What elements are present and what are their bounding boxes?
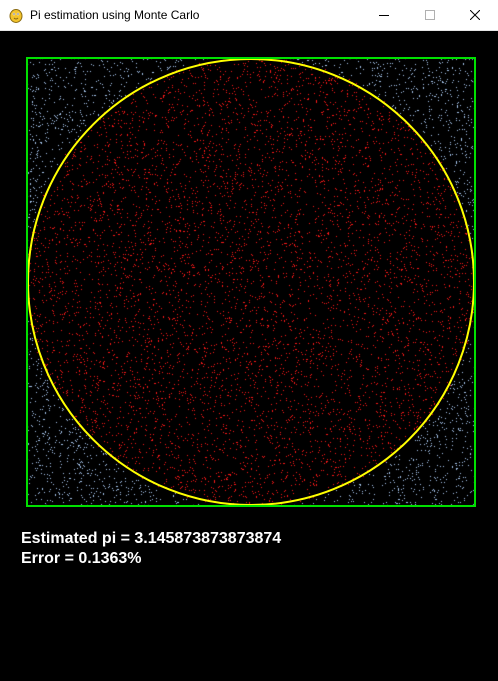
minimize-icon — [379, 15, 389, 16]
window-title: Pi estimation using Monte Carlo — [30, 8, 200, 22]
pygame-snake-icon — [9, 9, 23, 23]
simulation-surface: Estimated pi = 3.145873873873874 Error =… — [0, 31, 498, 681]
maximize-icon — [425, 10, 435, 20]
maximize-button[interactable] — [407, 0, 453, 30]
title-bar[interactable]: Pi estimation using Monte Carlo — [0, 0, 498, 31]
close-button[interactable] — [452, 0, 498, 30]
minimize-button[interactable] — [361, 0, 407, 30]
app-window: Pi estimation using Monte Carlo Estimate… — [0, 0, 498, 681]
monte-carlo-points — [26, 57, 476, 507]
close-icon — [470, 10, 480, 20]
estimated-pi-text: Estimated pi = 3.145873873873874 — [21, 530, 282, 547]
error-percent-text: Error = 0.1363% — [21, 550, 142, 567]
